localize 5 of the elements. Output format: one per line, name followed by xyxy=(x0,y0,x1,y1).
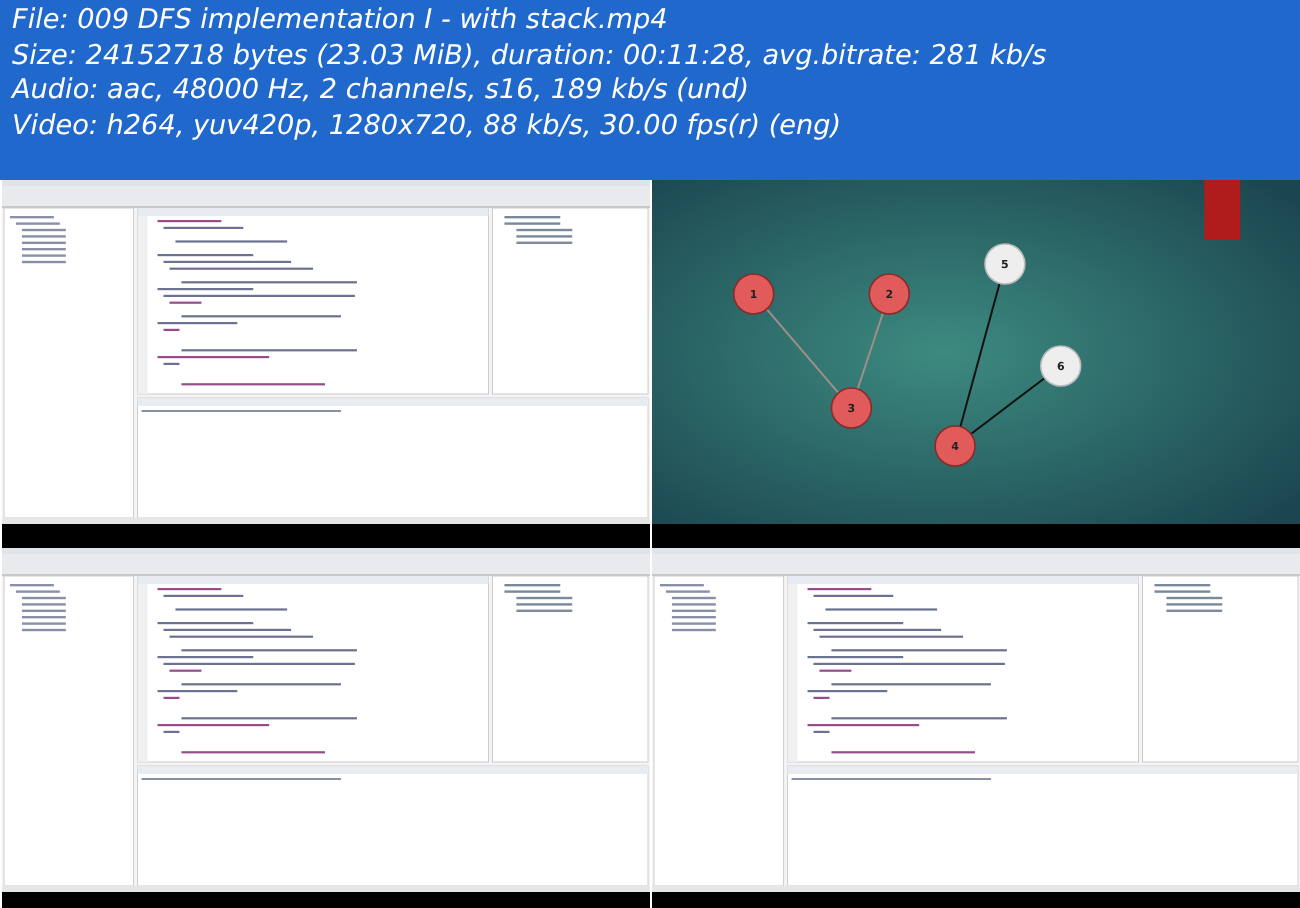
info-line: File: 009 DFS implementation I - with stack.mp4 xyxy=(12,4,670,39)
rectangle-shape xyxy=(1204,180,1241,240)
info-line: Video: h264, yuv420p, 1280x720, 88 kb/s, 30.00 fps(r) (eng) xyxy=(12,109,844,144)
info-line: Size: 24152718 bytes (23.03 MiB), duration: 00:11:28, avg.bitrate: 281 kb/s xyxy=(12,39,1049,74)
info-line: Audio: aac, 48000 Hz, 2 channels, s16, 189 kb/s (und) xyxy=(12,74,752,109)
